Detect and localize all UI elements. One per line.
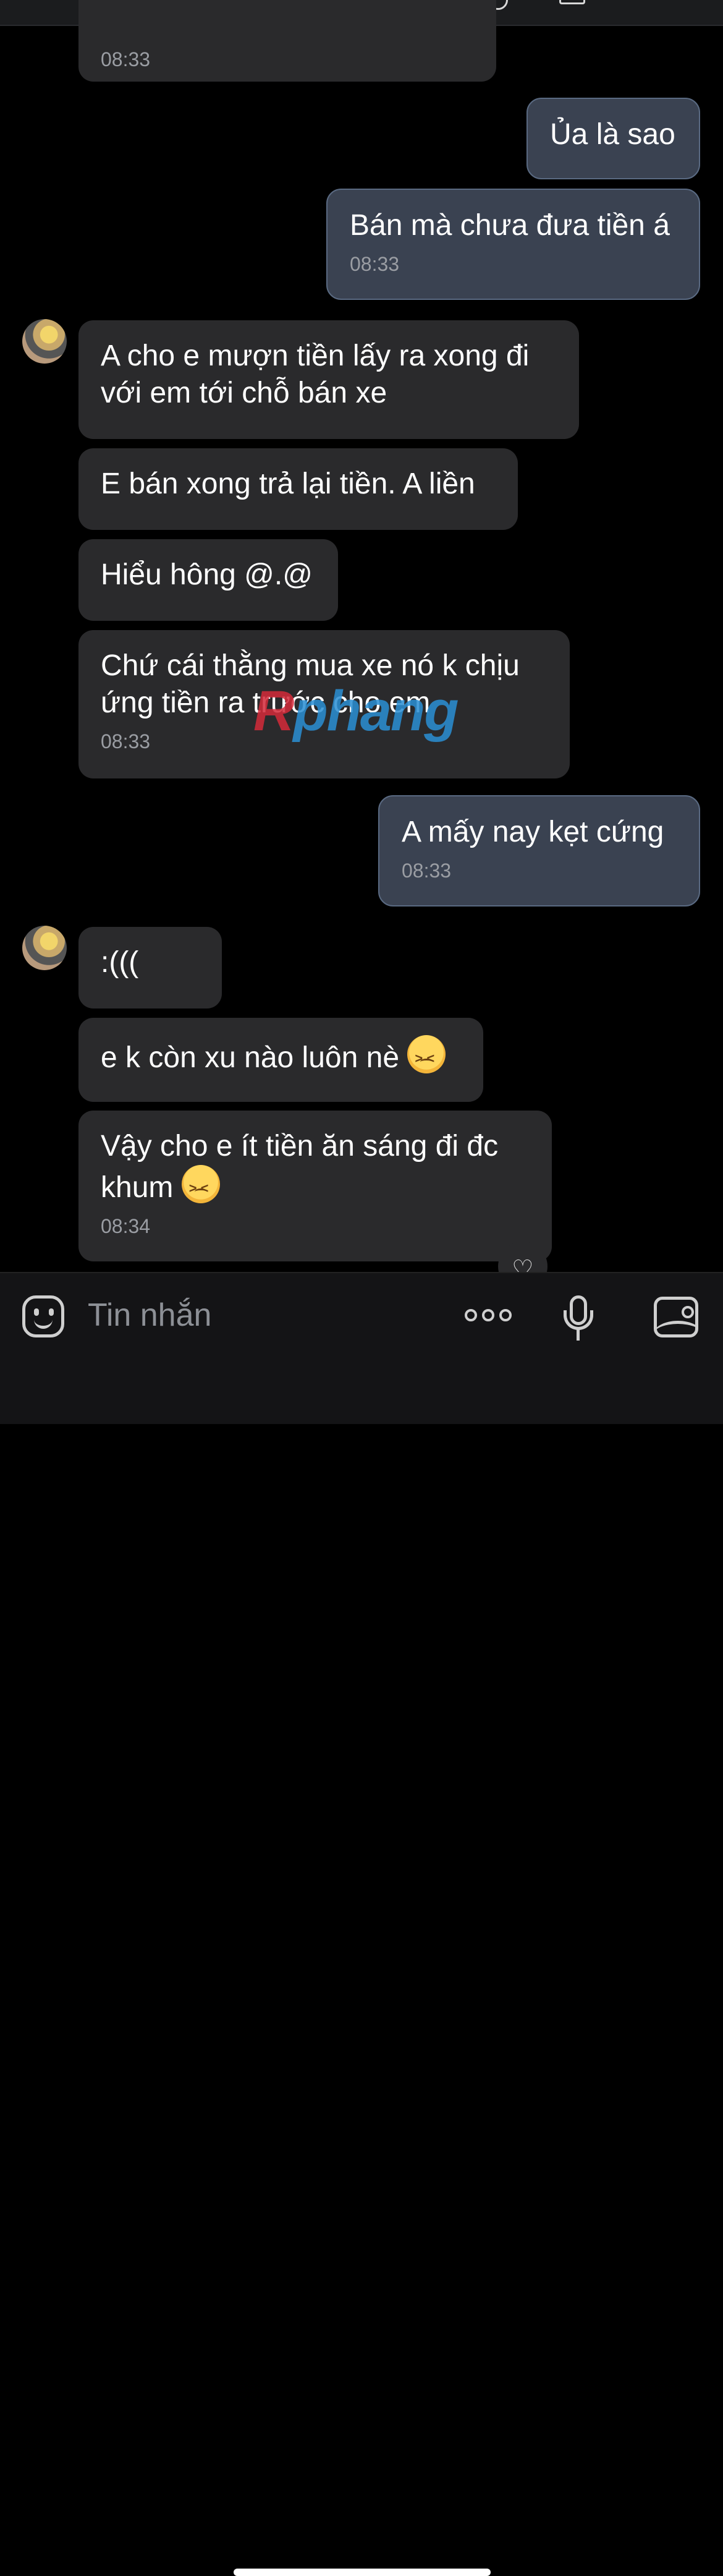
menu-icon[interactable] <box>559 0 585 4</box>
message-text: A cho e mượn tiền lấy ra xong đi với em … <box>101 339 530 409</box>
message-time: 08:33 <box>350 253 400 275</box>
message-text: :((( <box>101 946 139 979</box>
contact-avatar[interactable] <box>22 926 67 970</box>
message-text: Hiểu hông @.@ <box>101 558 313 591</box>
message-bubble-incoming[interactable]: :((( <box>78 927 222 1009</box>
message-bubble-outgoing[interactable]: Ủa là sao <box>526 98 700 179</box>
message-text: e k còn xu nào luôn nè <box>101 1041 400 1074</box>
message-input-bar: Tin nhắn <box>0 1272 723 2576</box>
home-indicator <box>234 2569 491 2576</box>
persevering-face-icon <box>181 1165 220 1207</box>
message-bubble-incoming[interactable]: E bán xong trả lại tiền. A liền <box>78 448 518 530</box>
persevering-face-icon <box>407 1035 446 1077</box>
contact-avatar[interactable] <box>22 319 67 364</box>
message-input[interactable]: Tin nhắn <box>88 1297 211 1334</box>
message-text: Bán mà chưa đưa tiền á <box>350 209 670 242</box>
message-bubble-incoming[interactable]: 08:33 <box>78 0 496 82</box>
message-bubble-incoming[interactable]: Vậy cho e ít tiền ăn sáng đi đc khum 08:… <box>78 1111 552 1261</box>
message-text: Ủa là sao <box>550 118 675 151</box>
watermark-logo: Rphang <box>253 680 459 743</box>
more-dots-icon[interactable] <box>465 1309 517 1324</box>
message-bubble-incoming[interactable]: Hiểu hông @.@ <box>78 539 338 621</box>
message-text: E bán xong trả lại tiền. A liền <box>101 467 475 500</box>
photo-icon[interactable] <box>654 1297 698 1337</box>
message-text: Vậy cho e ít tiền ăn sáng đi đc khum <box>101 1130 499 1204</box>
microphone-stem <box>577 1329 580 1341</box>
message-time: 08:33 <box>402 859 452 882</box>
message-text: A mấy nay kẹt cứng <box>402 816 664 848</box>
message-bubble-incoming[interactable]: A cho e mượn tiền lấy ra xong đi với em … <box>78 320 579 439</box>
message-time: 08:34 <box>101 1215 151 1237</box>
message-bubble-outgoing[interactable]: A mấy nay kẹt cứng 08:33 <box>378 795 700 906</box>
message-bubble-outgoing[interactable]: Bán mà chưa đưa tiền á 08:33 <box>326 189 700 300</box>
message-time: 08:33 <box>101 48 151 70</box>
smile-icon[interactable] <box>22 1295 64 1337</box>
message-bubble-incoming[interactable]: e k còn xu nào luôn nè <box>78 1018 483 1102</box>
